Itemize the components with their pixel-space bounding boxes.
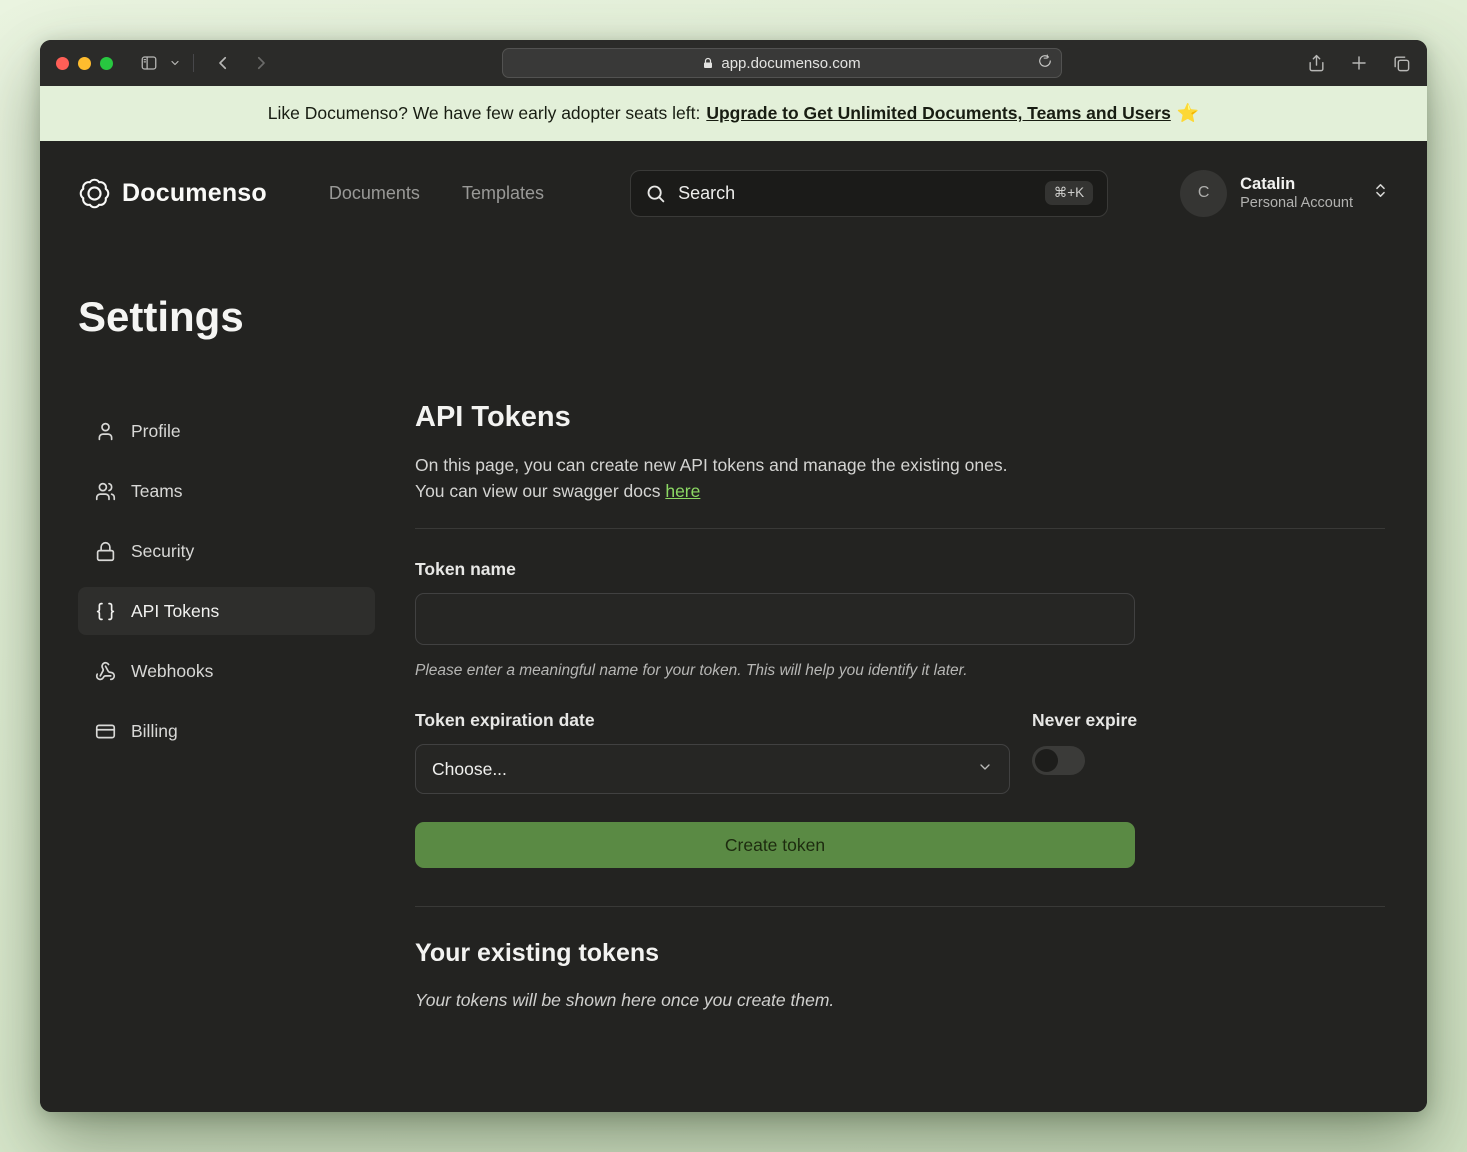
description-line-2: You can view our swagger docs xyxy=(415,481,665,501)
tab-overview-icon[interactable] xyxy=(1392,54,1411,73)
sidebar-item-api-tokens[interactable]: API Tokens xyxy=(78,587,375,635)
page-title: Settings xyxy=(78,293,1389,341)
promo-banner: Like Documenso? We have few early adopte… xyxy=(40,86,1427,141)
sidebar-item-webhooks[interactable]: Webhooks xyxy=(78,647,375,695)
section-description: On this page, you can create new API tok… xyxy=(415,452,1385,504)
token-name-label: Token name xyxy=(415,559,1385,580)
share-icon[interactable] xyxy=(1307,54,1326,73)
user-icon xyxy=(95,421,116,442)
sidebar-item-label: API Tokens xyxy=(131,601,219,622)
sidebar-item-label: Security xyxy=(131,541,194,562)
users-icon xyxy=(95,481,116,502)
description-line-1: On this page, you can create new API tok… xyxy=(415,452,1385,478)
zoom-window-button[interactable] xyxy=(100,57,113,70)
browser-window: app.documenso.com Like Documenso? We hav xyxy=(40,40,1427,1112)
app-header: Documenso Documents Templates Search ⌘+K… xyxy=(40,141,1427,245)
brand-name: Documenso xyxy=(122,179,267,208)
account-menu[interactable]: C Catalin Personal Account xyxy=(1180,170,1389,217)
nav-templates[interactable]: Templates xyxy=(462,183,544,204)
new-tab-icon[interactable] xyxy=(1350,54,1368,73)
section-heading: API Tokens xyxy=(415,401,1385,434)
token-name-input[interactable] xyxy=(415,593,1135,645)
divider xyxy=(415,528,1385,529)
brand[interactable]: Documenso xyxy=(78,177,267,210)
settings-layout: Profile Teams Security xyxy=(40,407,1427,1011)
account-name: Catalin xyxy=(1240,174,1353,195)
search-shortcut-badge: ⌘+K xyxy=(1045,181,1093,205)
sidebar-item-teams[interactable]: Teams xyxy=(78,467,375,515)
lock-icon xyxy=(702,57,714,70)
token-name-hint: Please enter a meaningful name for your … xyxy=(415,662,1385,680)
forward-button[interactable] xyxy=(252,54,270,72)
credit-card-icon xyxy=(95,721,116,742)
documenso-logo-icon xyxy=(78,177,111,210)
avatar: C xyxy=(1180,170,1227,217)
sidebar-item-label: Webhooks xyxy=(131,661,213,682)
search-input[interactable]: Search ⌘+K xyxy=(630,170,1108,217)
star-icon: ⭐ xyxy=(1177,103,1199,124)
sidebar-item-label: Profile xyxy=(131,421,181,442)
search-icon xyxy=(645,183,666,204)
settings-sidebar: Profile Teams Security xyxy=(78,407,375,1011)
expiration-select[interactable]: Choose... xyxy=(415,744,1010,794)
divider xyxy=(415,906,1385,907)
minimize-window-button[interactable] xyxy=(78,57,91,70)
never-expire-toggle[interactable] xyxy=(1032,746,1085,775)
desktop-background: app.documenso.com Like Documenso? We hav xyxy=(0,0,1467,1152)
existing-tokens-empty-text: Your tokens will be shown here once you … xyxy=(415,990,1385,1011)
browser-toolbar: app.documenso.com xyxy=(40,40,1427,86)
existing-tokens-heading: Your existing tokens xyxy=(415,939,1385,968)
toolbar-right-actions xyxy=(1307,54,1411,73)
expiration-label: Token expiration date xyxy=(415,710,1010,731)
sidebar-toggle-icon[interactable] xyxy=(139,54,159,72)
sidebar-item-billing[interactable]: Billing xyxy=(78,707,375,755)
create-token-button[interactable]: Create token xyxy=(415,822,1135,868)
address-bar[interactable]: app.documenso.com xyxy=(502,48,1062,78)
upgrade-link[interactable]: Upgrade to Get Unlimited Documents, Team… xyxy=(706,103,1171,124)
expiration-selected-value: Choose... xyxy=(432,759,507,780)
nav-documents[interactable]: Documents xyxy=(329,183,420,204)
sidebar-item-label: Billing xyxy=(131,721,178,742)
webhook-icon xyxy=(95,661,116,682)
search-placeholder: Search xyxy=(678,183,1033,204)
account-type: Personal Account xyxy=(1240,194,1353,212)
back-button[interactable] xyxy=(214,54,232,72)
toggle-knob xyxy=(1035,749,1058,772)
chevrons-up-down-icon xyxy=(1372,182,1389,204)
sidebar-chevron-icon[interactable] xyxy=(169,57,181,69)
never-expire-label: Never expire xyxy=(1032,710,1137,731)
main-nav: Documents Templates xyxy=(329,183,544,204)
braces-icon xyxy=(95,601,116,622)
sidebar-item-profile[interactable]: Profile xyxy=(78,407,375,455)
chevron-down-icon xyxy=(977,759,993,780)
window-controls xyxy=(56,57,113,70)
url-text: app.documenso.com xyxy=(721,55,860,72)
close-window-button[interactable] xyxy=(56,57,69,70)
lock-icon xyxy=(95,541,116,562)
app-surface: Documenso Documents Templates Search ⌘+K… xyxy=(40,141,1427,1112)
expiration-row: Token expiration date Choose... Never ex… xyxy=(415,710,1385,794)
api-tokens-panel: API Tokens On this page, you can create … xyxy=(415,407,1385,1011)
sidebar-item-label: Teams xyxy=(131,481,183,502)
sidebar-item-security[interactable]: Security xyxy=(78,527,375,575)
promo-text: Like Documenso? We have few early adopte… xyxy=(268,103,701,124)
swagger-docs-link[interactable]: here xyxy=(665,481,700,501)
reload-icon[interactable] xyxy=(1038,54,1052,72)
toolbar-divider xyxy=(193,54,194,72)
